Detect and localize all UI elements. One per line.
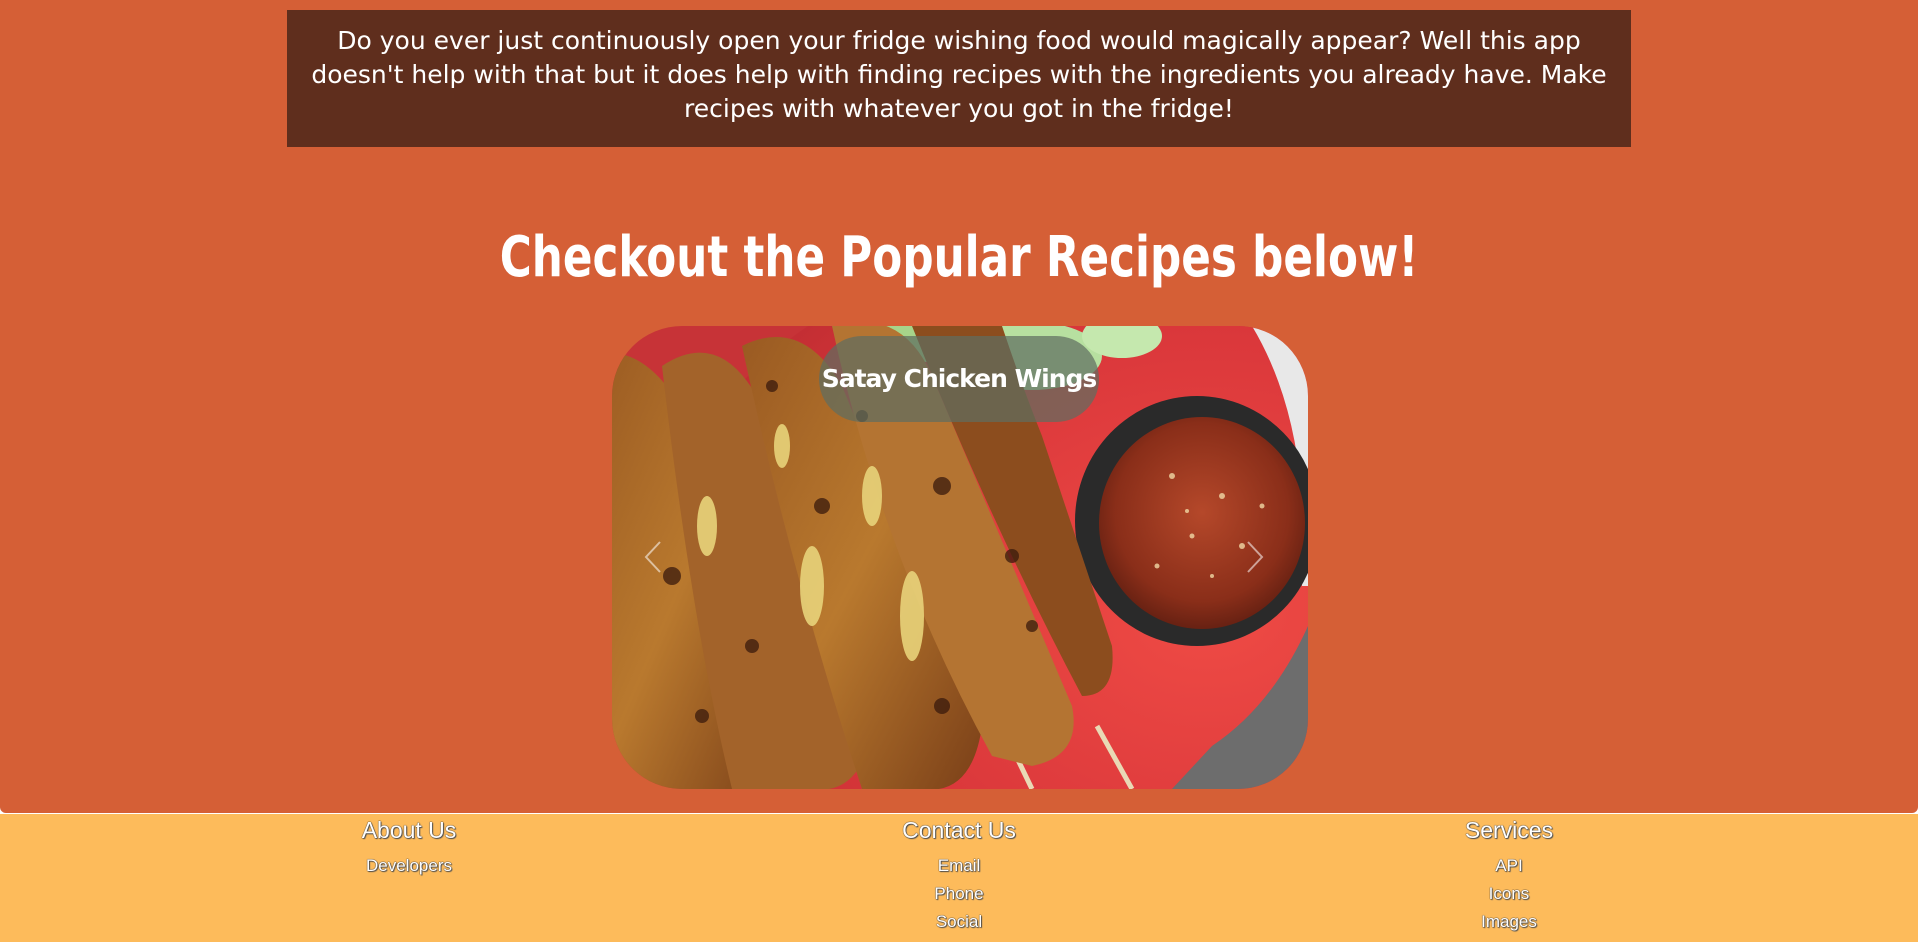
page: Do you ever just continuously open your …	[0, 0, 1918, 942]
footer-link-social[interactable]: Social	[809, 908, 1109, 936]
site-footer: About Us Developers Contact Us Email Pho…	[0, 814, 1918, 942]
footer-link-icons[interactable]: Icons	[1359, 880, 1659, 908]
footer-about-column: About Us Developers	[259, 814, 559, 880]
footer-link-phone[interactable]: Phone	[809, 880, 1109, 908]
recipe-title[interactable]: Satay Chicken Wings	[819, 336, 1099, 422]
footer-contact-column: Contact Us Email Phone Social	[809, 814, 1109, 936]
carousel-prev-button[interactable]	[634, 532, 674, 582]
footer-contact-links: Email Phone Social	[809, 852, 1109, 936]
footer-services-column: Services API Icons Images	[1359, 814, 1659, 936]
footer-contact-heading: Contact Us	[902, 817, 1016, 843]
footer-link-api[interactable]: API	[1359, 852, 1659, 880]
footer-about-heading: About Us	[361, 817, 457, 843]
footer-about-links: Developers	[259, 852, 559, 880]
carousel-next-button[interactable]	[1234, 532, 1274, 582]
intro-box: Do you ever just continuously open your …	[287, 10, 1631, 147]
recipe-carousel[interactable]: Satay Chicken Wings	[612, 326, 1308, 789]
footer-link-images[interactable]: Images	[1359, 908, 1659, 936]
footer-services-heading: Services	[1464, 817, 1554, 843]
chevron-left-icon	[644, 541, 661, 573]
footer-link-email[interactable]: Email	[809, 852, 1109, 880]
popular-recipes-heading: Checkout the Popular Recipes below!	[499, 225, 1419, 290]
chevron-right-icon	[1247, 541, 1264, 573]
footer-services-links: API Icons Images	[1359, 852, 1659, 936]
hero-section: Do you ever just continuously open your …	[0, 0, 1918, 813]
footer-link-developers[interactable]: Developers	[259, 852, 559, 880]
intro-text: Do you ever just continuously open your …	[311, 26, 1607, 123]
